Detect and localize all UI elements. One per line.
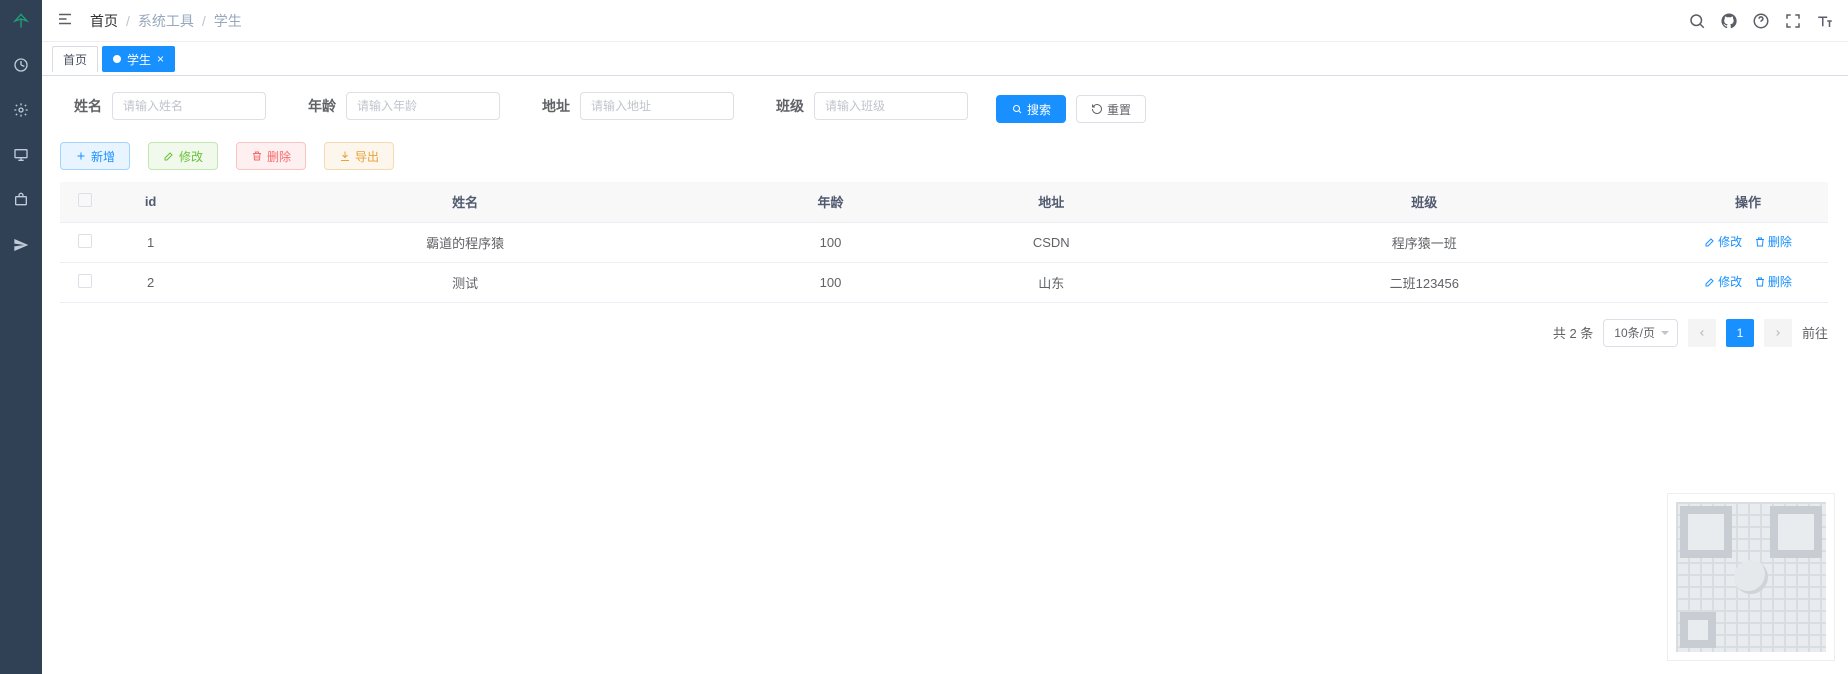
search-icon[interactable]: [1688, 12, 1706, 30]
breadcrumb: 首页 / 系统工具 / 学生: [90, 11, 1688, 31]
filter-addr-input[interactable]: [580, 92, 734, 120]
col-age: 年龄: [739, 182, 922, 222]
export-button[interactable]: 导出: [324, 142, 394, 170]
cell-id: 2: [110, 262, 191, 302]
filter-addr-label: 地址: [528, 96, 580, 116]
edit-button[interactable]: 修改: [148, 142, 218, 170]
github-icon[interactable]: [1720, 12, 1738, 30]
sidebar: [0, 0, 42, 674]
breadcrumb-sep: /: [202, 13, 206, 29]
checkbox-all[interactable]: [78, 193, 92, 207]
checkbox-row[interactable]: [78, 274, 92, 288]
cell-id: 1: [110, 222, 191, 262]
page-size-select[interactable]: 10条/页: [1603, 319, 1678, 347]
font-size-icon[interactable]: [1816, 12, 1834, 30]
nav-send[interactable]: [0, 222, 42, 267]
row-delete-button[interactable]: 删除: [1754, 233, 1792, 250]
topbar-right: [1688, 12, 1834, 30]
pagination: 共 2 条 10条/页 1 前往: [60, 319, 1828, 347]
col-name: 姓名: [191, 182, 739, 222]
filter-age-input[interactable]: [346, 92, 500, 120]
cell-name: 霸道的程序猿: [191, 222, 739, 262]
col-id: id: [110, 182, 191, 222]
col-addr: 地址: [922, 182, 1181, 222]
tabs: 首页 学生 ×: [42, 42, 1848, 76]
hamburger-icon[interactable]: [56, 10, 74, 31]
page-next[interactable]: [1764, 319, 1792, 347]
col-ops: 操作: [1668, 182, 1828, 222]
filter-class-label: 班级: [762, 96, 814, 116]
cell-addr: CSDN: [922, 222, 1181, 262]
page-goto-label: 前往: [1802, 323, 1828, 342]
cell-addr: 山东: [922, 262, 1181, 302]
logo: [0, 0, 42, 42]
row-edit-button[interactable]: 修改: [1704, 233, 1742, 250]
nav-settings[interactable]: [0, 87, 42, 132]
active-dot-icon: [113, 55, 121, 63]
table-row: 2 测试 100 山东 二班123456 修改 删除: [60, 262, 1828, 302]
nav-monitor[interactable]: [0, 132, 42, 177]
filter-name-input[interactable]: [112, 92, 266, 120]
topbar: 首页 / 系统工具 / 学生: [42, 0, 1848, 42]
breadcrumb-last: 学生: [214, 11, 242, 31]
data-table: id 姓名 年龄 地址 班级 操作 1 霸道的程序猿 100 CSDN: [60, 182, 1828, 303]
tab-home[interactable]: 首页: [52, 46, 98, 72]
breadcrumb-home[interactable]: 首页: [90, 11, 118, 31]
cell-class: 程序猿一班: [1181, 222, 1668, 262]
fullscreen-icon[interactable]: [1784, 12, 1802, 30]
filter-name-label: 姓名: [60, 96, 112, 116]
checkbox-row[interactable]: [78, 234, 92, 248]
cell-age: 100: [739, 262, 922, 302]
filter-form: 姓名 年龄 地址 班级 搜索: [60, 92, 1828, 126]
page-number[interactable]: 1: [1726, 319, 1754, 347]
filter-age-label: 年龄: [294, 96, 346, 116]
page-total: 共 2 条: [1553, 323, 1593, 342]
table-row: 1 霸道的程序猿 100 CSDN 程序猿一班 修改 删除: [60, 222, 1828, 262]
page-prev[interactable]: [1688, 319, 1716, 347]
cell-age: 100: [739, 222, 922, 262]
cell-name: 测试: [191, 262, 739, 302]
filter-class-input[interactable]: [814, 92, 968, 120]
row-edit-button[interactable]: 修改: [1704, 273, 1742, 290]
search-button[interactable]: 搜索: [996, 95, 1066, 123]
nav-tools[interactable]: [0, 177, 42, 222]
action-row: 新增 修改 删除 导出: [60, 142, 1828, 170]
breadcrumb-mid[interactable]: 系统工具: [138, 11, 194, 31]
help-icon[interactable]: [1752, 12, 1770, 30]
row-delete-button[interactable]: 删除: [1754, 273, 1792, 290]
col-class: 班级: [1181, 182, 1668, 222]
breadcrumb-sep: /: [126, 13, 130, 29]
close-icon[interactable]: ×: [157, 53, 164, 65]
delete-button[interactable]: 删除: [236, 142, 306, 170]
qr-code: [1668, 494, 1834, 660]
tab-student[interactable]: 学生 ×: [102, 46, 175, 72]
reset-button[interactable]: 重置: [1076, 95, 1146, 123]
add-button[interactable]: 新增: [60, 142, 130, 170]
cell-class: 二班123456: [1181, 262, 1668, 302]
nav-dashboard[interactable]: [0, 42, 42, 87]
